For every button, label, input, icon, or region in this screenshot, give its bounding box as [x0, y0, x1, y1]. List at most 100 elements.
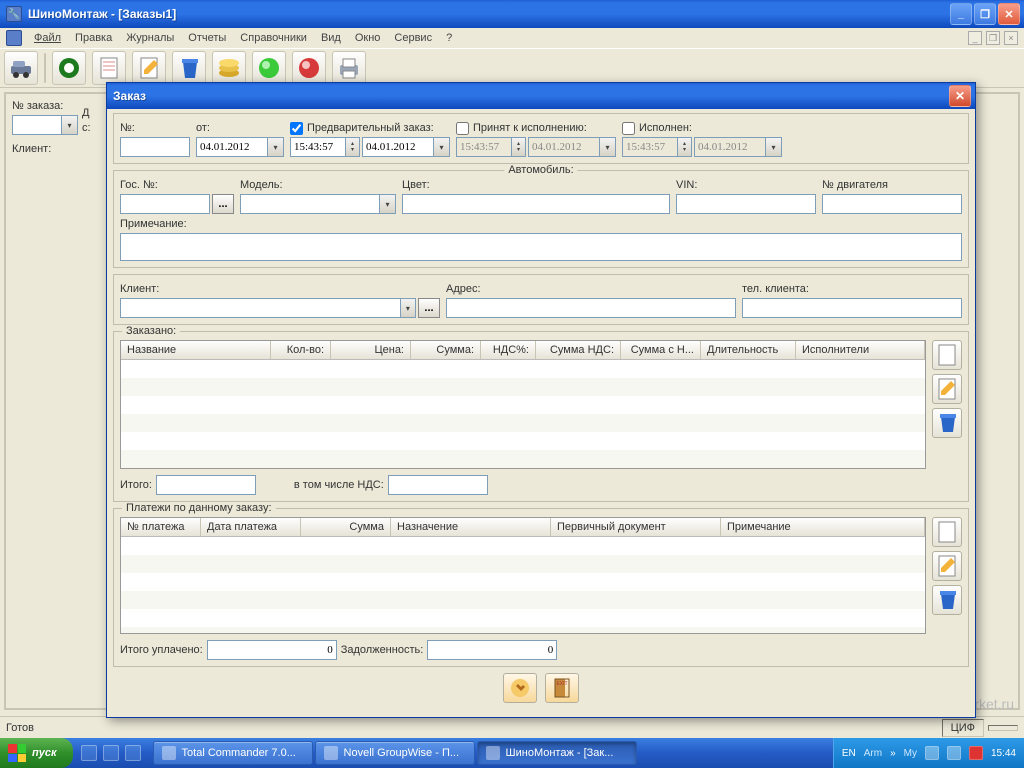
col-qty[interactable]: Кол-во:	[271, 341, 331, 359]
dropdown-arrow-icon[interactable]: ▾	[434, 137, 450, 157]
menu-file[interactable]: Файл	[28, 30, 67, 46]
toolbar-green-light-icon[interactable]	[252, 51, 286, 85]
ordered-grid[interactable]: Название Кол-во: Цена: Сумма: НДС%: Сумм…	[120, 340, 926, 469]
ordered-edit-button[interactable]	[932, 374, 962, 404]
payments-grid-body[interactable]	[121, 537, 925, 633]
pcol-sum[interactable]: Сумма	[301, 518, 391, 536]
pcol-date[interactable]: Дата платежа	[201, 518, 301, 536]
accepted-checkbox[interactable]	[456, 122, 469, 135]
ok-button[interactable]	[503, 673, 537, 703]
vin-input[interactable]	[676, 194, 816, 214]
phone-input[interactable]	[742, 298, 962, 318]
menu-service[interactable]: Сервис	[388, 30, 438, 46]
dropdown-arrow-icon[interactable]: ▾	[600, 137, 616, 157]
preorder-checkbox[interactable]	[290, 122, 303, 135]
task-groupwise[interactable]: Novell GroupWise - П...	[315, 741, 475, 765]
ql-save-icon[interactable]	[125, 745, 141, 761]
col-vatsum[interactable]: Сумма НДС:	[536, 341, 621, 359]
dialog-titlebar[interactable]: Заказ ✕	[107, 83, 975, 109]
maximize-button[interactable]: ❐	[974, 3, 996, 25]
mdi-minimize[interactable]: _	[968, 31, 982, 45]
spinner-icon[interactable]: ▴▾	[346, 137, 360, 157]
toolbar-wheel-icon[interactable]	[52, 51, 86, 85]
tray-arm[interactable]: Arm	[864, 748, 882, 759]
menu-window[interactable]: Окно	[349, 30, 387, 46]
vat-input[interactable]	[388, 475, 488, 495]
pcol-note[interactable]: Примечание	[721, 518, 925, 536]
toolbar-print-icon[interactable]	[332, 51, 366, 85]
pcol-purpose[interactable]: Назначение	[391, 518, 551, 536]
col-sumvat[interactable]: Сумма с Н...	[621, 341, 701, 359]
menu-journals[interactable]: Журналы	[120, 30, 180, 46]
dropdown-arrow-icon[interactable]: ▾	[380, 194, 396, 214]
spinner-icon[interactable]: ▴▾	[512, 137, 526, 157]
close-button[interactable]: ✕	[998, 3, 1020, 25]
menu-refs[interactable]: Справочники	[234, 30, 313, 46]
gosno-input[interactable]	[120, 194, 210, 214]
tray-my[interactable]: My	[904, 748, 917, 759]
mdi-restore[interactable]: ❐	[986, 31, 1000, 45]
note-input[interactable]	[120, 233, 962, 261]
tray-icon-3[interactable]	[969, 746, 983, 760]
col-vatp[interactable]: НДС%:	[481, 341, 536, 359]
col-price[interactable]: Цена:	[331, 341, 411, 359]
toolbar-new-doc-icon[interactable]	[92, 51, 126, 85]
debt-input[interactable]	[427, 640, 557, 660]
order-no-input[interactable]	[12, 115, 62, 135]
task-total-commander[interactable]: Total Commander 7.0...	[153, 741, 313, 765]
dropdown-arrow-icon[interactable]: ▾	[766, 137, 782, 157]
ordered-grid-body[interactable]	[121, 360, 925, 468]
ordered-new-button[interactable]	[932, 340, 962, 370]
client-lookup-button[interactable]: ...	[418, 298, 440, 318]
done-checkbox[interactable]	[622, 122, 635, 135]
payments-new-button[interactable]	[932, 517, 962, 547]
client-input[interactable]	[120, 298, 401, 318]
tray-icon-2[interactable]	[947, 746, 961, 760]
dropdown-arrow-icon[interactable]: ▾	[401, 298, 416, 318]
preorder-time-input[interactable]	[290, 137, 346, 157]
paid-input[interactable]	[207, 640, 337, 660]
spinner-icon[interactable]: ▴▾	[678, 137, 692, 157]
exit-button[interactable]: EXIT	[545, 673, 579, 703]
dropdown-arrow-icon[interactable]: ▾	[62, 115, 78, 135]
tray-clock[interactable]: 15:44	[991, 748, 1016, 759]
menu-view[interactable]: Вид	[315, 30, 347, 46]
model-input[interactable]	[240, 194, 380, 214]
gosno-lookup-button[interactable]: ...	[212, 194, 234, 214]
engine-input[interactable]	[822, 194, 962, 214]
dropdown-arrow-icon[interactable]: ▾	[268, 137, 284, 157]
date-from-input[interactable]	[196, 137, 268, 157]
menu-reports[interactable]: Отчеты	[182, 30, 232, 46]
minimize-button[interactable]: _	[950, 3, 972, 25]
toolbar-edit-doc-icon[interactable]	[132, 51, 166, 85]
pcol-doc[interactable]: Первичный документ	[551, 518, 721, 536]
total-input[interactable]	[156, 475, 256, 495]
mdi-close[interactable]: ×	[1004, 31, 1018, 45]
col-workers[interactable]: Исполнители	[796, 341, 925, 359]
toolbar-bin-icon[interactable]	[172, 51, 206, 85]
addr-input[interactable]	[446, 298, 736, 318]
toolbar-red-light-icon[interactable]	[292, 51, 326, 85]
col-duration[interactable]: Длительность	[701, 341, 796, 359]
toolbar-car-icon[interactable]	[4, 51, 38, 85]
tray-chevrons-icon[interactable]: »	[890, 748, 896, 759]
start-button[interactable]: пуск	[0, 738, 73, 768]
order-no-field[interactable]	[120, 137, 190, 157]
pcol-no[interactable]: № платежа	[121, 518, 201, 536]
payments-edit-button[interactable]	[932, 551, 962, 581]
ordered-delete-button[interactable]	[932, 408, 962, 438]
preorder-date-input[interactable]	[362, 137, 434, 157]
dialog-close-button[interactable]: ✕	[949, 85, 971, 107]
payments-delete-button[interactable]	[932, 585, 962, 615]
color-input[interactable]	[402, 194, 670, 214]
tray-icon-1[interactable]	[925, 746, 939, 760]
menu-help[interactable]: ?	[440, 30, 458, 46]
ql-ie-icon[interactable]	[81, 745, 97, 761]
col-sum[interactable]: Сумма:	[411, 341, 481, 359]
task-shinomontazh[interactable]: ШиноМонтаж - [Зак...	[477, 741, 637, 765]
menu-edit[interactable]: Правка	[69, 30, 118, 46]
col-name[interactable]: Название	[121, 341, 271, 359]
payments-grid[interactable]: № платежа Дата платежа Сумма Назначение …	[120, 517, 926, 634]
toolbar-money-icon[interactable]	[212, 51, 246, 85]
ql-desktop-icon[interactable]	[103, 745, 119, 761]
